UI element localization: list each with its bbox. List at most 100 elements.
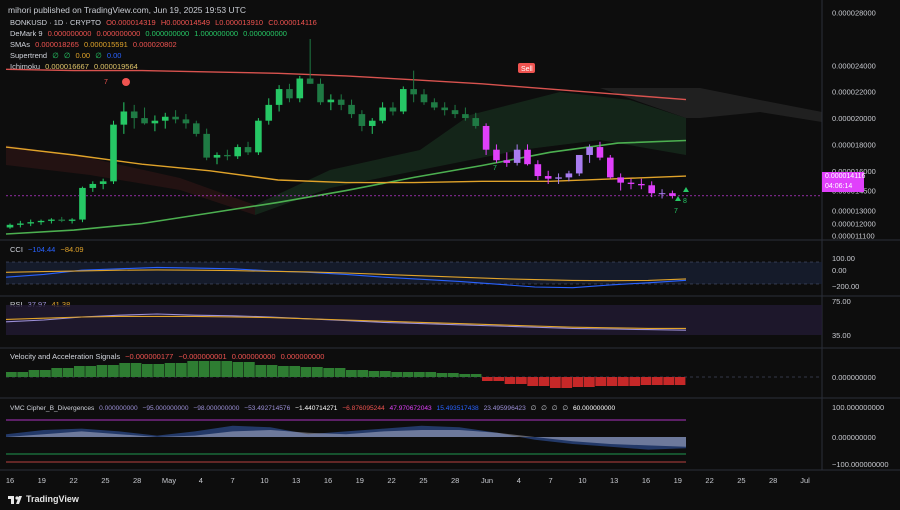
velocity-bar	[448, 373, 459, 377]
velocity-bar	[6, 372, 17, 377]
candle-body	[544, 176, 552, 179]
velocity-bar	[244, 362, 255, 377]
candle-body	[48, 219, 55, 221]
velocity-bar	[85, 366, 97, 377]
velocity-bar	[221, 361, 233, 377]
x-tick-label: 19	[38, 476, 46, 485]
velocity-bar	[300, 367, 312, 377]
velocity-bar	[674, 377, 686, 385]
candle-body	[348, 104, 355, 115]
candle-body	[37, 220, 45, 223]
buy-arrow-icon	[675, 196, 681, 201]
vmc-tick-label: 100.000000000	[832, 403, 884, 412]
x-tick-label: 19	[674, 476, 682, 485]
x-tick-label: 13	[292, 476, 300, 485]
candle-body	[234, 147, 241, 157]
brand-label: TradingView	[26, 494, 79, 504]
price-tick-label: 0.000011100	[832, 231, 875, 240]
candle-body	[337, 99, 345, 105]
candle-body	[27, 222, 34, 224]
velocity-bar	[266, 365, 278, 377]
velocity-bar	[62, 368, 74, 377]
candle-body	[524, 149, 531, 165]
velocity-bar	[312, 367, 323, 377]
cci-band	[6, 262, 822, 284]
velocity-bar	[606, 377, 618, 386]
candle-body	[358, 114, 366, 126]
velocity-bar	[28, 370, 40, 377]
velocity-tick-label: 0.000000000	[832, 373, 876, 382]
candle-body	[120, 111, 128, 125]
velocity-bar	[289, 366, 301, 377]
velocity-bar	[323, 368, 335, 377]
x-tick-label: 16	[324, 476, 332, 485]
candle-body	[296, 78, 304, 99]
velocity-bar	[516, 377, 527, 384]
velocity-bar	[198, 361, 210, 377]
vmc-tick-label: −100.000000000	[832, 460, 889, 469]
candle-body	[89, 183, 97, 188]
chart-canvas[interactable]: 0.000028000 0.000024000 0.000022000 0.00002…	[0, 0, 900, 510]
price-tick-label: 0.000020000	[832, 114, 876, 123]
cci-tick-label: 100.00	[832, 254, 855, 263]
tradingview-brand[interactable]: TradingView	[8, 494, 79, 504]
x-tick-label: 22	[69, 476, 77, 485]
candle-body	[110, 124, 117, 182]
candle-body	[130, 111, 138, 119]
velocity-bar	[584, 377, 595, 387]
candle-body	[58, 219, 66, 221]
velocity-bar	[618, 377, 629, 386]
x-tick-label: 16	[642, 476, 650, 485]
candle-body	[151, 120, 159, 124]
candle-body	[182, 119, 190, 124]
price-tick-label: 0.000022000	[832, 88, 876, 97]
candle-body	[17, 223, 24, 225]
velocity-bar	[51, 368, 63, 377]
velocity-bar	[142, 364, 153, 377]
x-tick-label: 7	[231, 476, 235, 485]
candle-body	[265, 104, 273, 121]
velocity-bar	[108, 365, 119, 377]
velocity-bar	[176, 363, 187, 377]
velocity-bar	[504, 377, 516, 384]
velocity-bar	[391, 372, 403, 377]
candle-body	[141, 118, 148, 124]
candle-body	[389, 107, 397, 112]
velocity-bar	[17, 372, 29, 377]
x-tick-label: 28	[769, 476, 777, 485]
x-tick-label: 22	[387, 476, 395, 485]
velocity-bar	[187, 361, 199, 377]
velocity-bar	[96, 365, 108, 377]
tradingview-logo-icon	[8, 495, 22, 504]
rsi-tick-label: 35.00	[832, 331, 851, 340]
candle-body	[172, 116, 179, 120]
velocity-bar	[652, 377, 663, 385]
velocity-bar	[414, 372, 425, 377]
candle-body	[472, 118, 480, 126]
velocity-bar	[40, 370, 51, 377]
x-tick-label: 25	[737, 476, 745, 485]
velocity-bar	[164, 363, 176, 377]
candle-body	[627, 182, 635, 184]
candle-body	[68, 219, 76, 221]
velocity-bar	[482, 377, 493, 381]
velocity-bar	[527, 377, 539, 386]
candle-body	[451, 110, 459, 115]
candle-body	[648, 185, 655, 194]
velocity-bar	[470, 374, 482, 377]
velocity-bar	[74, 366, 85, 377]
price-tick-label: 0.000028000	[832, 9, 876, 18]
velocity-bar	[278, 366, 289, 377]
sell-label: Sell	[521, 66, 533, 73]
candle-body	[513, 149, 521, 163]
candle-body	[607, 157, 614, 178]
velocity-bar	[595, 377, 607, 386]
demark-count-top: 7	[104, 79, 108, 86]
velocity-bar	[436, 373, 448, 377]
velocity-bar	[130, 363, 142, 377]
candle-body	[462, 114, 469, 119]
candle-body	[275, 89, 283, 105]
velocity-bar	[493, 377, 505, 381]
velocity-bar	[561, 377, 573, 388]
candle-body	[431, 102, 438, 108]
